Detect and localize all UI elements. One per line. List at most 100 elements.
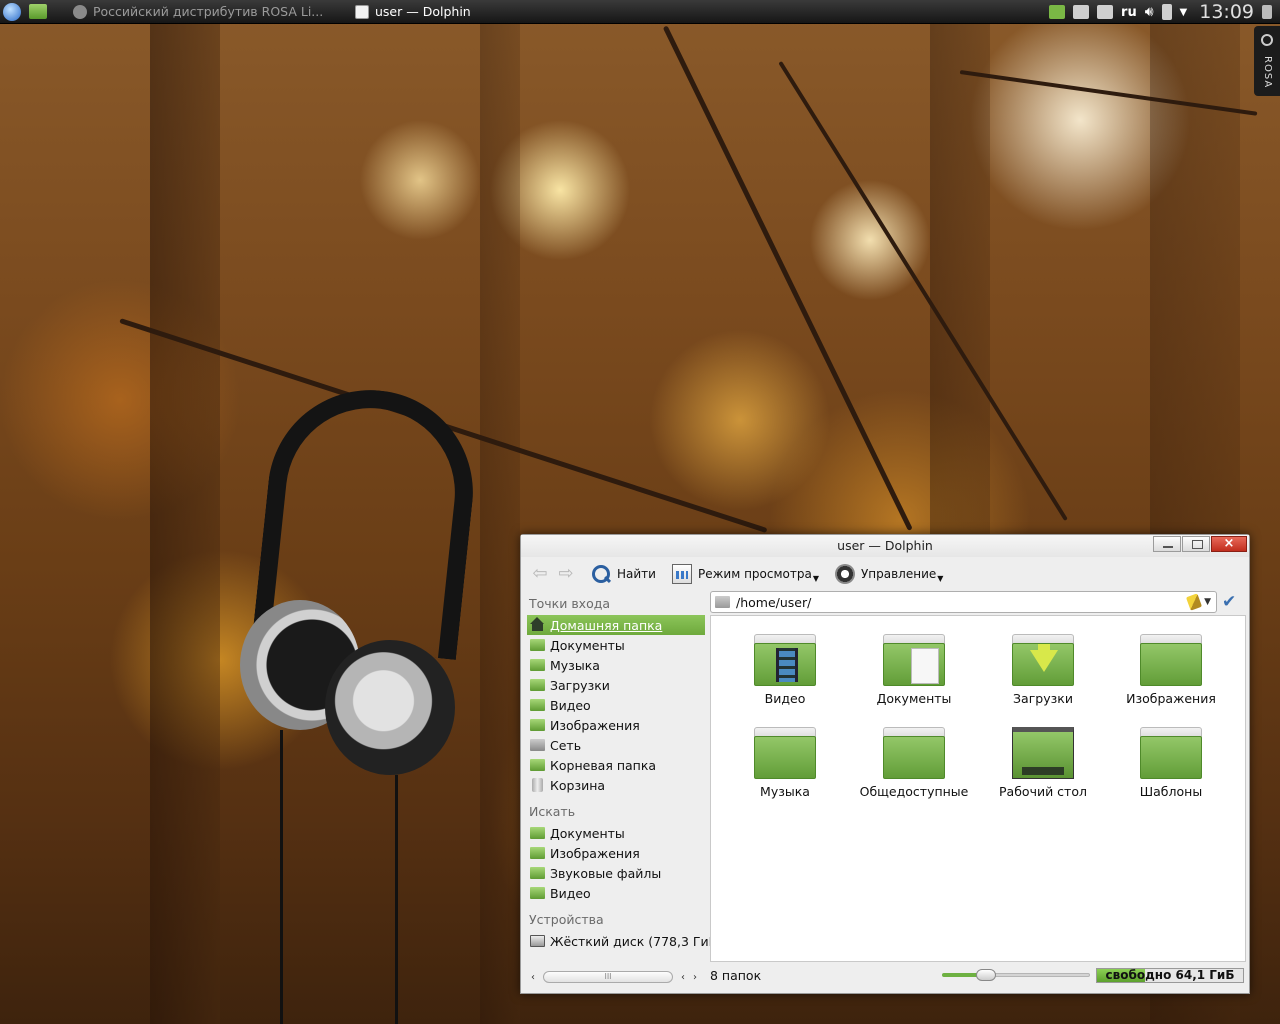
wallpaper-trunk [480, 24, 520, 1024]
home-icon [530, 617, 545, 631]
window-title: user — Dolphin [837, 538, 933, 553]
sidebar-search-images[interactable]: Изображения [527, 843, 705, 863]
folder-icon [530, 719, 545, 731]
taskbar-item-browser[interactable]: Российский дистрибутив ROSA Li... – Ch [65, 0, 327, 24]
rosa-logo-icon [1261, 34, 1273, 46]
sidebar-device-hdd[interactable]: Жёсткий диск (778,3 ГиБ) [527, 931, 722, 951]
sidebar-search-documents[interactable]: Документы [527, 823, 705, 843]
sidebar-item-trash[interactable]: Корзина [527, 775, 705, 795]
folder-icon [754, 727, 816, 779]
sidebar-item-label: Корневая папка [550, 757, 657, 773]
dolphin-icon [355, 4, 369, 19]
clipboard-icon[interactable] [1097, 5, 1114, 19]
network-icon [530, 739, 545, 751]
folder-item-downloads[interactable]: Загрузки [983, 634, 1103, 706]
control-button[interactable]: Управление ▼ [829, 561, 949, 587]
sidebar-horizontal-scrollbar[interactable]: ‹ III ‹ › [527, 969, 705, 985]
folder-item-music[interactable]: Музыка [725, 727, 845, 799]
sidebar-search-video[interactable]: Видео [527, 883, 705, 903]
gear-icon [834, 564, 855, 584]
sidebar-item-label: Изображения [550, 717, 640, 733]
sidebar-item-music[interactable]: Музыка [527, 655, 705, 675]
sidebar-item-network[interactable]: Сеть [527, 735, 705, 755]
folder-item-desktop[interactable]: Рабочий стол [983, 727, 1103, 799]
scroll-left-icon[interactable]: ‹ [677, 972, 689, 983]
trash-icon [532, 778, 543, 792]
checkmark-icon[interactable]: ✔ [1222, 592, 1236, 612]
location-path[interactable]: /home/user/ [736, 595, 1188, 610]
sidebar-item-label: Изображения [550, 845, 640, 861]
app-menu-icon[interactable] [3, 2, 21, 21]
folder-item-pictures[interactable]: Изображения [1111, 634, 1231, 706]
sidebar-item-label: Сеть [550, 737, 582, 753]
rosa-side-tab[interactable]: ROSA [1254, 26, 1280, 96]
taskbar-item-label: user — Dolphin [375, 4, 471, 19]
file-manager-launcher-icon[interactable] [29, 4, 47, 19]
network-icon[interactable] [1161, 4, 1172, 20]
sidebar-item-pictures[interactable]: Изображения [527, 715, 705, 735]
sidebar-item-downloads[interactable]: Загрузки [527, 675, 705, 695]
film-icon [776, 648, 798, 682]
sidebar-item-home[interactable]: Домашняя папка [527, 615, 705, 635]
zoom-slider[interactable] [942, 969, 1090, 981]
wallpaper-branch [662, 25, 913, 531]
clock[interactable]: 13:09 [1199, 1, 1254, 23]
back-arrow-icon[interactable]: ⇦ [529, 563, 551, 585]
taskbar-item-dolphin[interactable]: user — Dolphin [347, 0, 479, 24]
file-view[interactable]: Видео Документы Загрузки Изображения Муз… [710, 615, 1246, 962]
headphones-cable [395, 775, 398, 1024]
folder-icon [530, 867, 545, 879]
wallpaper-trunk [930, 24, 990, 544]
sidebar-item-videos[interactable]: Видео [527, 695, 705, 715]
headphones-cup-right [325, 640, 455, 775]
sidebar-item-label: Музыка [550, 657, 600, 673]
trash-icon[interactable] [1262, 5, 1272, 19]
dolphin-window: user — Dolphin × ⇦ ⇨ Найти Режим просмот… [520, 534, 1250, 994]
scroll-left-icon[interactable]: ‹ [527, 972, 539, 983]
zoom-slider-handle[interactable] [976, 969, 996, 981]
sidebar-item-root[interactable]: Корневая папка [527, 755, 705, 775]
close-button[interactable]: × [1211, 536, 1247, 552]
location-bar[interactable]: /home/user/ ▼ [710, 591, 1217, 613]
system-tray: ru 🔊︎ ▼ 13:09 [1049, 0, 1280, 24]
maximize-button[interactable] [1182, 536, 1210, 552]
sidebar-item-label: Видео [550, 697, 591, 713]
tray-expand-icon[interactable]: ▼ [1180, 7, 1188, 18]
folder-label: Шаблоны [1139, 784, 1203, 799]
scroll-right-icon[interactable]: › [689, 972, 701, 983]
folder-item-templates[interactable]: Шаблоны [1111, 727, 1231, 799]
folder-icon [715, 596, 730, 608]
chevron-down-icon[interactable]: ▼ [1204, 597, 1211, 607]
folder-icon [883, 727, 945, 779]
folder-icon [530, 679, 545, 691]
volume-icon[interactable]: 🔊︎ [1145, 4, 1154, 20]
clear-location-icon[interactable] [1186, 593, 1203, 611]
package-manager-icon[interactable] [1049, 5, 1066, 19]
folder-icon [1140, 727, 1202, 779]
zoom-slider-rail [986, 973, 1090, 977]
keyboard-layout-indicator[interactable]: ru [1121, 5, 1137, 20]
folder-icon [530, 887, 545, 899]
view-mode-button[interactable]: Режим просмотра ▼ [666, 561, 825, 587]
wallpaper-trunk [150, 24, 220, 1024]
sidebar-item-documents[interactable]: Документы [527, 635, 705, 655]
folder-label: Рабочий стол [999, 784, 1087, 799]
chevron-down-icon: ▼ [937, 573, 944, 583]
free-space-indicator[interactable]: свободно 64,1 ГиБ [1096, 967, 1244, 983]
minimize-button[interactable] [1153, 536, 1181, 552]
folder-item-videos[interactable]: Видео [725, 634, 845, 706]
scroll-thumb[interactable]: III [543, 971, 673, 983]
devices-section-title: Устройства [529, 912, 604, 927]
folder-count: 8 папок [710, 967, 762, 983]
forward-arrow-icon[interactable]: ⇨ [555, 563, 577, 585]
search-button[interactable]: Найти [585, 561, 662, 587]
free-space-label: свободно 64,1 ГиБ [1105, 967, 1235, 982]
folder-icon [1012, 634, 1074, 686]
window-titlebar[interactable]: user — Dolphin × [521, 535, 1249, 557]
folder-item-public[interactable]: Общедоступные [854, 727, 974, 799]
search-icon [591, 564, 611, 584]
folder-label: Видео [764, 691, 806, 706]
folder-item-documents[interactable]: Документы [854, 634, 974, 706]
notifications-icon[interactable] [1073, 5, 1090, 19]
sidebar-search-audio[interactable]: Звуковые файлы [527, 863, 705, 883]
